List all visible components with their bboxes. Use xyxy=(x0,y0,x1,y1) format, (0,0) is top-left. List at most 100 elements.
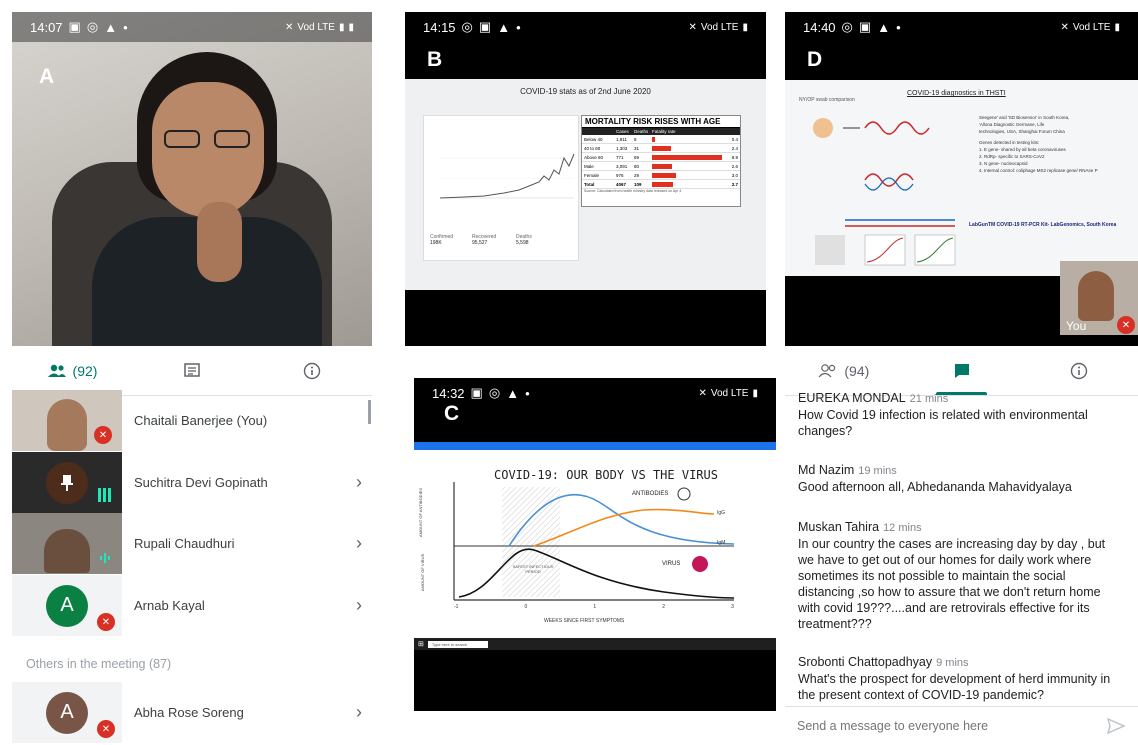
slide-text-line: 2. RdRp- specific to SARS-CoV2 xyxy=(979,154,1045,159)
chat-message: EUREKA MONDAL 21 mins How Covid 19 infect… xyxy=(798,390,1123,439)
status-time: 14:07 xyxy=(30,19,63,35)
window-label: SAFEST INFECTIOUS PERIOD xyxy=(512,564,554,574)
table-row: Below 40 1,911 8 0.4 xyxy=(582,135,740,144)
chat-text: What's the prospect for development of h… xyxy=(798,672,1111,702)
chevron-right-icon[interactable]: › xyxy=(356,595,362,616)
slide-text-line: Genes detected in testing kits: xyxy=(979,140,1040,145)
chat-text: Good afternoon all, Abhedananda Mahavidy… xyxy=(798,480,1072,494)
dot-icon: • xyxy=(525,385,530,401)
table-row: Female 976 29 3.0 xyxy=(582,171,740,180)
table-cell: Total xyxy=(584,181,595,187)
alert-icon: ▲ xyxy=(506,385,520,401)
table-cell: 109 xyxy=(634,181,642,187)
tab-people[interactable]: (94) xyxy=(785,346,903,395)
info-icon xyxy=(303,362,321,379)
gallery-icon: ▣ xyxy=(858,19,872,34)
participant-video xyxy=(12,452,122,513)
y-axis-bottom: AMOUNT OF VIRUS xyxy=(420,553,426,592)
table-row: Male 3,091 80 2.6 xyxy=(582,162,740,171)
table-cell: 1,303 xyxy=(616,145,628,151)
status-time: 14:15 xyxy=(423,19,456,35)
panel-a-tabbar: (92) xyxy=(12,346,372,396)
tab-info[interactable] xyxy=(252,346,372,395)
tab-chat[interactable] xyxy=(903,346,1021,395)
chevron-right-icon[interactable]: › xyxy=(356,533,362,554)
x-ticks: -1 0 1 2 3 xyxy=(454,604,734,610)
mute-icon: ✕ xyxy=(698,387,707,399)
alert-icon: ▲ xyxy=(877,19,891,35)
table-cell: 1,911 xyxy=(616,136,627,142)
fatality-bar xyxy=(652,181,674,187)
chat-input[interactable] xyxy=(797,719,1106,733)
tab-chat[interactable] xyxy=(132,346,252,395)
status-time: 14:40 xyxy=(803,19,836,35)
chat-input-bar xyxy=(785,706,1138,745)
glasses-right xyxy=(214,130,250,148)
mute-icon: ✕ xyxy=(688,21,697,33)
slide-text-line: technologies, USA, Shanghai Forum China xyxy=(979,129,1065,134)
chevron-right-icon[interactable]: › xyxy=(356,702,362,723)
mic-off-icon: ✕ xyxy=(1117,316,1135,334)
trend-chart xyxy=(439,153,575,199)
participant-row[interactable]: Suchitra Devi Gopinath › xyxy=(12,452,372,513)
panel-b-statusbar: 14:15 ◎ ▣ ▲ • ✕ Vod LTE ▮ xyxy=(405,12,766,42)
x-axis-label: WEEKS SINCE FIRST SYMPTOMS xyxy=(544,618,625,624)
stat-deaths: Deaths 5,598 xyxy=(516,234,532,246)
table-cell: 8.9 xyxy=(731,154,738,160)
tab-people[interactable]: (92) xyxy=(12,346,132,395)
chat-time: 21 mins xyxy=(909,393,949,405)
slide-text-line: 4. Internal control: coliphage MS2 repli… xyxy=(979,168,1098,173)
panel-label-d: D xyxy=(807,48,823,71)
chat-text: In our country the cases are increasing … xyxy=(798,537,1106,631)
y-axis-top: AMOUNT OF ANTIBODIES xyxy=(418,487,424,538)
participant-row[interactable]: A ✕ Abha Rose Soreng › xyxy=(12,682,372,743)
mic-off-icon: ✕ xyxy=(97,613,115,631)
audio-level-icon xyxy=(100,553,110,563)
table-cell: 3,091 xyxy=(616,163,628,169)
panel-label-a: A xyxy=(39,65,55,88)
avatar: A xyxy=(46,584,88,627)
participant-video: A ✕ xyxy=(12,682,122,743)
table-cell: Female xyxy=(584,172,600,178)
chat-author: Md Nazim xyxy=(798,463,855,477)
virus-label: VIRUS xyxy=(662,561,681,567)
participant-row[interactable]: A ✕ Arnab Kayal › xyxy=(12,575,372,636)
table-row: 40 to 60 1,303 31 2.4 xyxy=(582,144,740,153)
mic-off-icon: ✕ xyxy=(94,426,112,444)
table-cell: 0.4 xyxy=(731,136,738,142)
chevron-right-icon[interactable]: › xyxy=(356,472,362,493)
network-text: Vod LTE xyxy=(297,21,335,33)
whatsapp-icon: ◎ xyxy=(86,19,99,34)
table-title: MORTALITY RISK RISES WITH AGE xyxy=(582,116,740,128)
slide-title: COVID-19 stats as of 2nd June 2020 xyxy=(520,87,651,96)
panel-d: 14:40 ◎ ▣ ▲ • ✕ Vod LTE ▮ D COVID-19 dia… xyxy=(785,12,1138,745)
participant-row[interactable]: ✕ Chaitali Banerjee (You) xyxy=(12,390,372,451)
chat-time: 12 mins xyxy=(883,522,922,534)
fatality-bar xyxy=(652,145,671,151)
gallery-icon: ▣ xyxy=(68,19,81,34)
self-video-tile: You ✕ xyxy=(1060,261,1138,335)
tab-info[interactable] xyxy=(1020,346,1138,395)
network-text: Vod LTE xyxy=(710,387,749,399)
fatality-bar xyxy=(652,136,656,142)
start-icon[interactable]: ⊞ xyxy=(418,640,424,648)
avatar xyxy=(1078,271,1114,321)
participant-row[interactable]: Rupali Chaudhuri › xyxy=(12,513,372,574)
table-cell: 2.6 xyxy=(731,163,738,169)
chat-icon xyxy=(184,362,200,377)
people-icon xyxy=(47,364,66,377)
table-cell: 29 xyxy=(634,172,640,178)
igm-label: IgM xyxy=(717,540,726,546)
battery-icon: ▮ xyxy=(348,21,354,33)
status-time: 14:32 xyxy=(432,385,465,401)
table-source: Source: Calculated from health ministry … xyxy=(584,189,682,193)
table-cell: 771 xyxy=(616,154,624,160)
people-count: (94) xyxy=(844,362,870,379)
table-cell: 4067 xyxy=(616,181,627,187)
mortality-table: MORTALITY RISK RISES WITH AGE Cases Deat… xyxy=(581,115,741,207)
panel-label-c: C xyxy=(444,402,460,425)
table-header: Cases Deaths Fatality rate xyxy=(582,128,740,135)
stat-confirmed: Confirmed 198K xyxy=(430,234,454,246)
send-icon[interactable] xyxy=(1106,717,1126,735)
taskbar-search[interactable]: Type here to search xyxy=(427,640,488,648)
